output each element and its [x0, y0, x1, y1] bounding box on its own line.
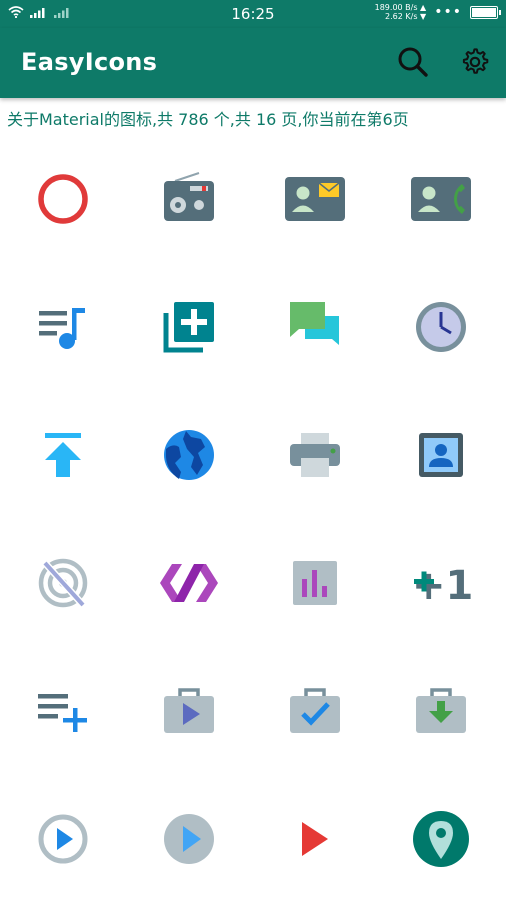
play-shopping-bag-icon	[164, 688, 214, 733]
radio-icon	[164, 172, 214, 221]
contact-mail-icon	[285, 177, 345, 221]
page-info: 关于Material的图标,共 786 个,共 16 页,你当前在第6页	[7, 110, 409, 129]
settings-button[interactable]	[457, 44, 493, 80]
icon-cell[interactable]	[126, 391, 252, 519]
icon-cell[interactable]: +1	[378, 519, 504, 647]
forum-icon	[290, 302, 339, 345]
circle-ring-icon	[38, 174, 88, 224]
status-bar: 16:25 189.00 B/s ▲ 2.62 K/s ▼ •••	[0, 0, 506, 28]
plus-one-icon: +1	[412, 563, 471, 608]
public-globe-icon	[164, 430, 214, 480]
icon-cell[interactable]	[252, 647, 378, 775]
play-circle-filled-icon	[164, 814, 214, 864]
search-icon	[398, 47, 428, 77]
icon-cell[interactable]	[0, 135, 126, 263]
plus-one-text: +1	[412, 563, 471, 608]
gear-icon	[462, 48, 489, 74]
icon-cell[interactable]	[126, 135, 252, 263]
search-button[interactable]	[395, 44, 431, 80]
icon-cell[interactable]	[126, 647, 252, 775]
playlist-add-icon	[38, 694, 87, 732]
status-right: 189.00 B/s ▲ 2.62 K/s ▼ •••	[375, 3, 501, 21]
network-speed: 189.00 B/s ▲ 2.62 K/s ▼	[375, 3, 427, 21]
icon-cell[interactable]	[378, 775, 504, 903]
app-bar: EasyIcons	[0, 28, 506, 98]
icon-cell[interactable]	[126, 775, 252, 903]
clock-icon	[416, 302, 466, 352]
icon-cell[interactable]	[0, 391, 126, 519]
app-title: EasyIcons	[21, 48, 158, 76]
icon-cell[interactable]	[0, 519, 126, 647]
download-bag-icon	[416, 688, 466, 733]
portrait-icon	[419, 433, 463, 477]
polymer-icon	[160, 564, 218, 602]
icon-cell[interactable]	[252, 391, 378, 519]
play-circle-outline-icon	[38, 814, 88, 864]
net-up: 189.00 B/s ▲	[374, 3, 427, 12]
place-icon	[413, 811, 469, 867]
icon-cell[interactable]	[0, 647, 126, 775]
print-icon	[290, 433, 340, 477]
contact-phone-icon	[411, 177, 471, 221]
more-indicator: •••	[434, 4, 462, 20]
play-arrow-icon	[302, 822, 328, 856]
poll-icon	[293, 561, 337, 605]
icon-cell[interactable]	[252, 775, 378, 903]
icon-cell[interactable]	[252, 135, 378, 263]
library-add-icon	[163, 302, 214, 353]
icon-cell[interactable]	[0, 263, 126, 391]
battery-icon	[470, 5, 501, 19]
icon-cell[interactable]	[378, 135, 504, 263]
check-shopping-bag-icon	[290, 688, 340, 733]
icon-cell[interactable]	[0, 775, 126, 903]
icon-cell[interactable]	[126, 519, 252, 647]
icon-cell[interactable]	[252, 263, 378, 391]
net-down: 2.62 K/s ▼	[385, 12, 427, 21]
icon-cell[interactable]	[378, 391, 504, 519]
icon-cell[interactable]	[126, 263, 252, 391]
queue-music-icon	[39, 308, 85, 349]
icon-cell[interactable]	[252, 519, 378, 647]
icon-cell[interactable]	[378, 647, 504, 775]
portable-wifi-off-icon	[38, 558, 88, 608]
icon-cell[interactable]	[378, 263, 504, 391]
publish-icon	[45, 433, 81, 477]
